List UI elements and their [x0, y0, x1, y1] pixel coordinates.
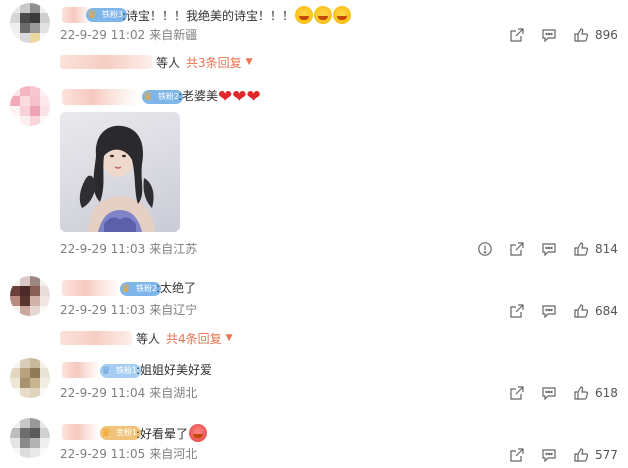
fan-badge[interactable]: ♛ 铁粉2 — [120, 282, 162, 296]
heart-emoji-icon: ❤ — [218, 87, 233, 107]
comment-icon[interactable] — [540, 26, 558, 44]
comment-text: :太绝了 — [156, 281, 197, 295]
comment-actions: 896 — [508, 26, 618, 44]
share-icon[interactable] — [508, 302, 526, 320]
username-blurred[interactable] — [62, 362, 100, 378]
comment-text: :好看晕了 — [136, 424, 208, 442]
reply-summary: 等人 共4条回复 ▼ — [60, 329, 233, 347]
comment-actions: 684 — [508, 302, 618, 320]
fan-badge[interactable]: ♛ 金粉1 — [100, 426, 142, 440]
avatar[interactable] — [10, 418, 50, 458]
avatar[interactable] — [10, 3, 50, 43]
thumbs-up-icon[interactable] — [572, 384, 590, 402]
comment-meta: 22-9-29 11:05 来自河北 — [60, 447, 198, 461]
chevron-down-icon[interactable]: ▼ — [226, 333, 233, 343]
like-count: 814 — [595, 242, 618, 256]
comment-image[interactable] — [60, 112, 180, 232]
heart-emoji-icon: ❤ — [246, 87, 261, 107]
share-icon[interactable] — [508, 26, 526, 44]
crown-icon: ♛ — [87, 8, 97, 21]
comment-meta: 22-9-29 11:02 来自新疆 — [60, 28, 198, 42]
fan-badge[interactable]: ♛ 铁粉3 — [86, 8, 128, 22]
crown-icon: ♛ — [101, 426, 111, 439]
username-blurred[interactable] — [62, 280, 120, 296]
crown-icon: ♛ — [143, 90, 153, 103]
view-replies-link[interactable]: 共3条回复 — [186, 54, 242, 71]
thumbs-up-icon[interactable] — [572, 240, 590, 258]
fan-badge[interactable]: ♛ 铁粉2 — [142, 90, 184, 104]
fan-badge[interactable]: ♛ 铁粉1 — [100, 364, 142, 378]
username-blurred[interactable] — [62, 424, 100, 440]
comment-meta: 22-9-29 11:03 来自辽宁 — [60, 303, 198, 317]
share-icon[interactable] — [508, 240, 526, 258]
heart-eyes-emoji-icon — [189, 424, 208, 442]
avatar[interactable] — [10, 276, 50, 316]
comment-icon[interactable] — [540, 384, 558, 402]
like-count: 684 — [595, 304, 618, 318]
comment-meta: 22-9-29 11:04 来自湖北 — [60, 386, 198, 400]
comment-meta: 22-9-29 11:03 来自江苏 — [60, 242, 198, 256]
laugh-cry-emoji-icon — [314, 6, 333, 24]
comment-text: :姐姐好美好爱 — [136, 363, 213, 377]
comment-text: :诗宝！！！我绝美的诗宝！！！ — [122, 6, 352, 24]
thumbs-up-icon[interactable] — [572, 446, 590, 464]
avatar[interactable] — [10, 358, 50, 398]
thumbs-up-icon[interactable] — [572, 26, 590, 44]
like-count: 896 — [595, 28, 618, 42]
crown-icon: ♛ — [101, 364, 111, 377]
username-blurred[interactable] — [62, 89, 138, 105]
report-icon[interactable] — [476, 240, 494, 258]
replier-names-blurred — [60, 55, 152, 69]
heart-emoji-icon: ❤ — [232, 87, 247, 107]
chevron-down-icon[interactable]: ▼ — [246, 57, 253, 67]
comment-text: :老婆美❤❤❤ — [178, 87, 261, 107]
comment-actions: 814 — [476, 240, 618, 258]
share-icon[interactable] — [508, 384, 526, 402]
share-icon[interactable] — [508, 446, 526, 464]
like-count: 577 — [595, 448, 618, 462]
view-replies-link[interactable]: 共4条回复 — [166, 330, 222, 347]
comment-icon[interactable] — [540, 240, 558, 258]
crown-icon: ♛ — [121, 282, 131, 295]
laugh-cry-emoji-icon — [333, 6, 352, 24]
comment-icon[interactable] — [540, 446, 558, 464]
comment-icon[interactable] — [540, 302, 558, 320]
thumbs-up-icon[interactable] — [572, 302, 590, 320]
replier-names-blurred — [60, 331, 132, 345]
comment-actions: 618 — [508, 384, 618, 402]
like-count: 618 — [595, 386, 618, 400]
comment-actions: 577 — [508, 446, 618, 464]
laugh-cry-emoji-icon — [295, 6, 314, 24]
reply-summary: 等人 共3条回复 ▼ — [60, 53, 253, 71]
avatar[interactable] — [10, 86, 50, 126]
